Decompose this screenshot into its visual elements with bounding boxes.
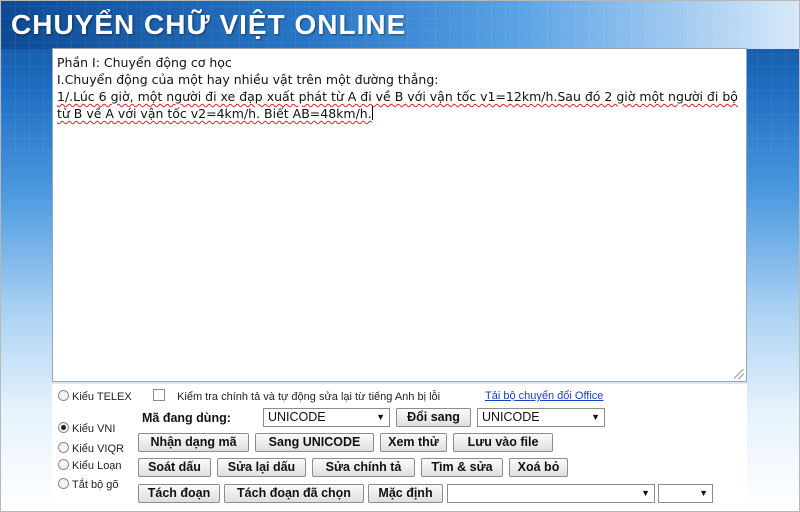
default-button[interactable]: Mặc định [368, 484, 443, 503]
save-file-button[interactable]: Lưu vào file [453, 433, 553, 452]
editor-line-1: Phần I: Chuyển động cơ học [57, 55, 232, 70]
radio-loan[interactable]: Kiểu Loạn [58, 459, 122, 472]
radio-off[interactable]: Tắt bộ gõ [58, 478, 118, 491]
text-editor[interactable]: Phần I: Chuyển động cơ học I.Chuyển động… [52, 48, 747, 382]
target-encoding-select[interactable]: UNICODE ▼ [477, 408, 605, 427]
radio-loan-icon [58, 459, 69, 470]
chevron-down-icon: ▼ [699, 488, 708, 498]
radio-telex[interactable]: Kiểu TELEX [58, 390, 132, 403]
office-converter-link[interactable]: Tải bộ chuyển đổi Office [485, 390, 603, 402]
editor-line-3-text: 1/.Lúc 6 giờ, một người đi xe đạp xuất p… [57, 89, 738, 121]
spellcheck-label: Kiểm tra chính tả và tự động sửa lại từ … [177, 391, 441, 403]
chevron-down-icon: ▼ [591, 412, 600, 422]
encoding-label: Mã đang dùng: [142, 411, 231, 425]
preview-button[interactable]: Xem thử [380, 433, 447, 452]
fix-tone-button[interactable]: Sửa lại dấu [217, 458, 306, 477]
radio-loan-label: Kiểu Loạn [72, 460, 122, 472]
spellcheck-checkbox[interactable] [153, 389, 165, 401]
app-window: CHUYỂN CHỮ VIỆT ONLINE Phần I: Chuyển độ… [0, 0, 800, 512]
radio-viqr-label: Kiểu VIQR [72, 443, 124, 455]
to-unicode-button[interactable]: Sang UNICODE [255, 433, 374, 452]
find-replace-button[interactable]: Tìm & sửa [421, 458, 503, 477]
current-encoding-value: UNICODE [268, 410, 326, 424]
convert-button[interactable]: Đổi sang [396, 408, 471, 427]
target-encoding-value: UNICODE [482, 410, 540, 424]
radio-telex-icon [58, 390, 69, 401]
radio-viqr-icon [58, 442, 69, 453]
radio-off-label: Tắt bộ gõ [72, 479, 119, 491]
chevron-down-icon: ▼ [641, 488, 650, 498]
editor-line-2: I.Chuyển động của một hay nhiều vật trên… [57, 72, 439, 87]
fix-spelling-button[interactable]: Sửa chính tả [312, 458, 415, 477]
radio-viqr[interactable]: Kiểu VIQR [58, 442, 124, 455]
control-panel: Kiểu TELEX Kiểm tra chính tả và tự động … [52, 384, 747, 506]
radio-off-icon [58, 478, 69, 489]
spellcheck-option[interactable]: Kiểm tra chính tả và tự động sửa lại từ … [153, 389, 440, 403]
delete-button[interactable]: Xoá bỏ [509, 458, 568, 477]
app-title: CHUYỂN CHỮ VIỆT ONLINE [11, 9, 407, 40]
extra-select-1[interactable]: ▼ [447, 484, 655, 503]
chevron-down-icon: ▼ [376, 412, 385, 422]
extra-select-2[interactable]: ▼ [658, 484, 713, 503]
current-encoding-select[interactable]: UNICODE ▼ [263, 408, 390, 427]
radio-vni[interactable]: Kiểu VNI [58, 422, 115, 435]
split-selected-button[interactable]: Tách đoạn đã chọn [224, 484, 364, 503]
text-caret [371, 106, 373, 120]
split-paragraph-button[interactable]: Tách đoạn [138, 484, 220, 503]
detect-encoding-button[interactable]: Nhận dạng mã [138, 433, 249, 452]
radio-telex-label: Kiểu TELEX [72, 391, 132, 403]
radio-vni-label: Kiểu VNI [72, 423, 116, 435]
resize-grip-icon[interactable] [734, 369, 744, 379]
radio-vni-icon [58, 422, 69, 433]
check-tone-button[interactable]: Soát dấu [138, 458, 211, 477]
editor-line-3: 1/.Lúc 6 giờ, một người đi xe đạp xuất p… [57, 88, 742, 122]
